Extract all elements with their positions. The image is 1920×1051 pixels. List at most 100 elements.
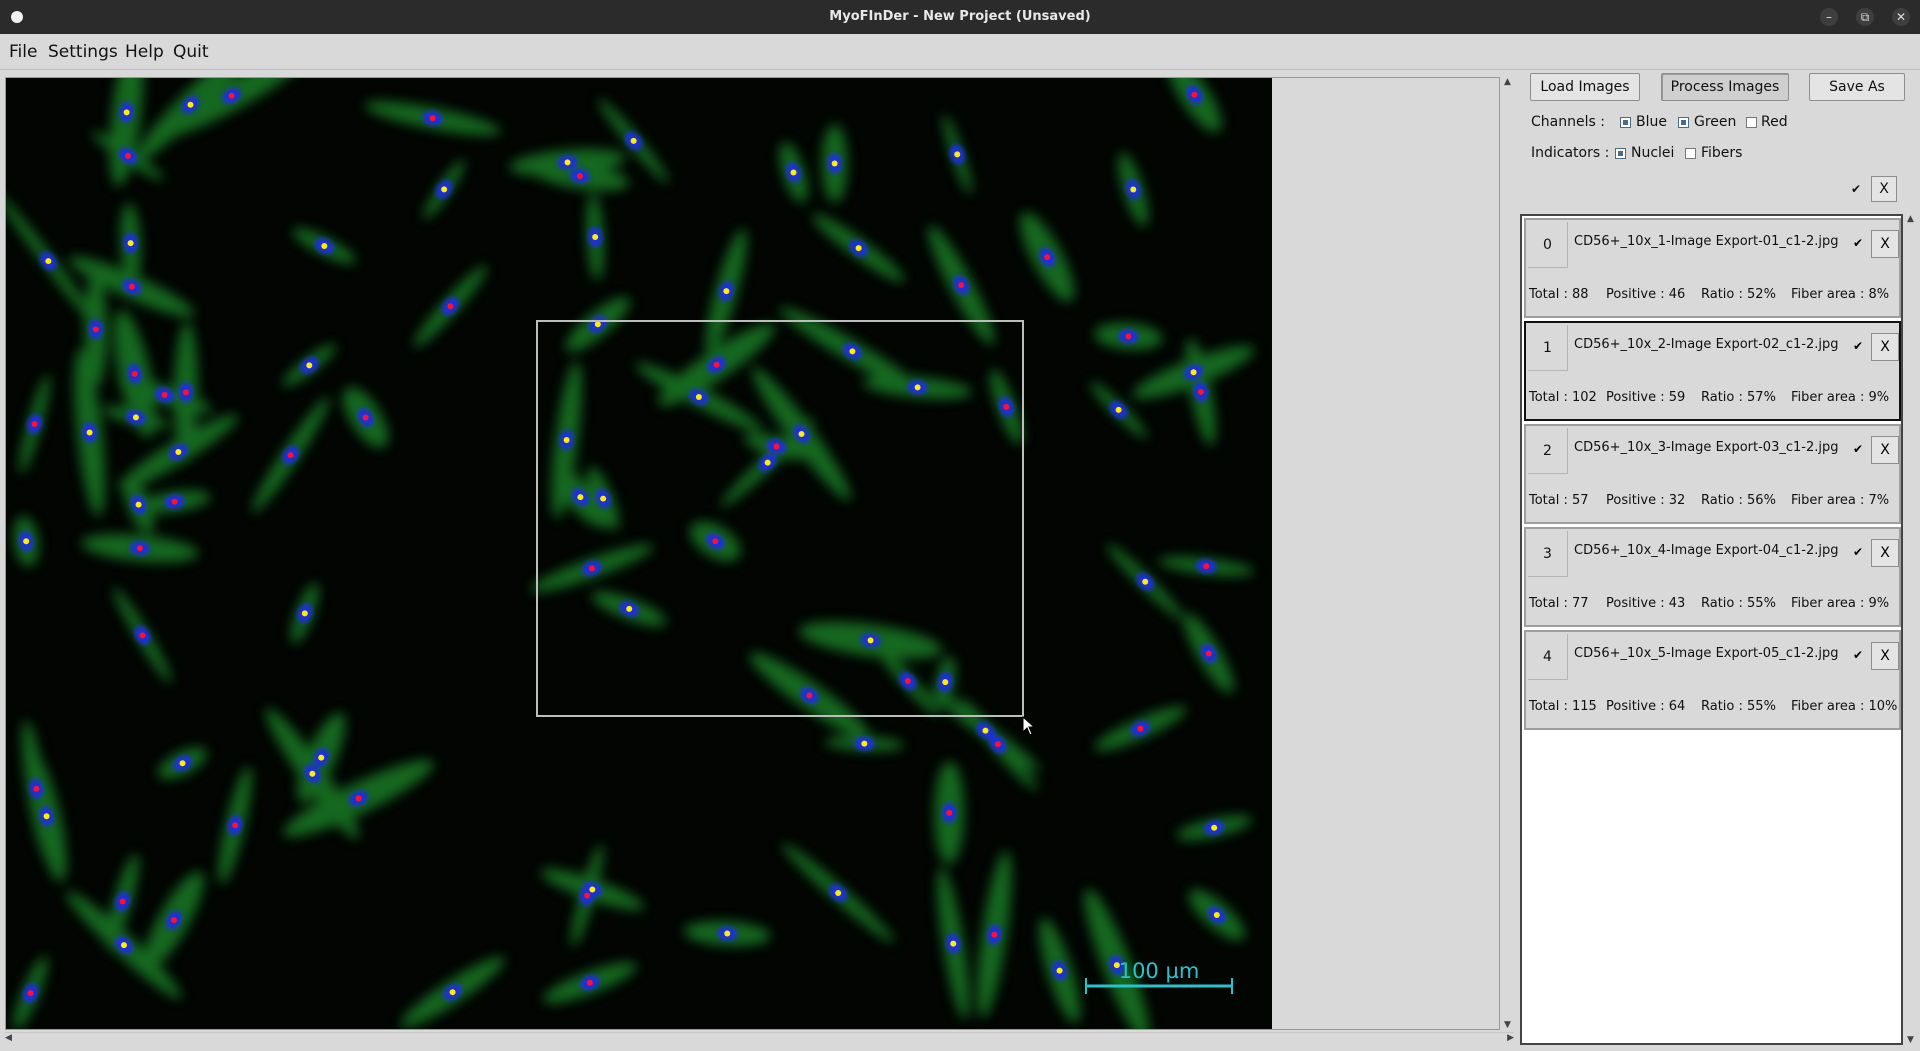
close-icon[interactable]: ✕ bbox=[1892, 8, 1910, 26]
image-index: 3 bbox=[1528, 531, 1568, 577]
nucleus-marker bbox=[1137, 725, 1144, 732]
image-index: 2 bbox=[1528, 428, 1568, 474]
image-list-item[interactable]: 3 CD56+_10x_4-Image Export-04_c1-2.jpg ✔ X T… bbox=[1524, 527, 1901, 627]
green-channel-label: Green bbox=[1694, 114, 1737, 130]
positive-count: Positive : 46 bbox=[1606, 287, 1686, 302]
nucleus-marker bbox=[712, 538, 719, 545]
image-list-item[interactable]: 1 CD56+_10x_2-Image Export-02_c1-2.jpg ✔ X T… bbox=[1524, 321, 1901, 421]
nucleus-marker bbox=[798, 430, 805, 437]
image-list-item[interactable]: 0 CD56+_10x_1-Image Export-01_c1-2.jpg ✔ X T… bbox=[1524, 218, 1901, 318]
image-filename[interactable]: CD56+_10x_4-Image Export-04_c1-2.jpg bbox=[1574, 543, 1838, 558]
remove-image-button[interactable]: X bbox=[1871, 539, 1899, 567]
nucleus-marker bbox=[563, 437, 570, 444]
image-filename[interactable]: CD56+_10x_3-Image Export-03_c1-2.jpg bbox=[1574, 440, 1838, 455]
nucleus-marker bbox=[429, 115, 436, 122]
nucleus-marker bbox=[362, 414, 369, 421]
menu-help[interactable]: Help bbox=[125, 42, 164, 62]
nucleus-marker bbox=[45, 258, 52, 265]
image-filename[interactable]: CD56+_10x_5-Image Export-05_c1-2.jpg bbox=[1574, 646, 1838, 661]
image-select-checkbox[interactable]: ✔ bbox=[1851, 545, 1865, 559]
fibers-indicator-checkbox[interactable] bbox=[1685, 148, 1696, 159]
nucleus-marker bbox=[1125, 333, 1132, 340]
image-select-checkbox[interactable]: ✔ bbox=[1851, 236, 1865, 250]
image-filename[interactable]: CD56+_10x_2-Image Export-02_c1-2.jpg bbox=[1574, 337, 1838, 352]
remove-image-button[interactable]: X bbox=[1871, 436, 1899, 464]
nucleus-marker bbox=[318, 754, 325, 761]
fiber-area-value: Fiber area : 10% bbox=[1791, 699, 1898, 714]
nucleus-marker bbox=[161, 391, 168, 398]
nuclei-indicator-checkbox[interactable] bbox=[1615, 148, 1626, 159]
nucleus-marker bbox=[626, 605, 633, 612]
menu-bar: File Settings Help Quit bbox=[0, 34, 1920, 70]
nucleus-marker bbox=[954, 151, 961, 158]
scroll-up-icon: ▲ bbox=[1907, 214, 1914, 224]
window-title: MyoFInDer - New Project (Unsaved) bbox=[829, 9, 1091, 24]
menu-file[interactable]: File bbox=[9, 42, 37, 62]
nucleus-marker bbox=[577, 494, 584, 501]
restore-icon[interactable]: ⧉ bbox=[1856, 8, 1874, 26]
nucleus-marker bbox=[724, 930, 731, 937]
scroll-down-icon: ▼ bbox=[1907, 1035, 1914, 1045]
ratio-value: Ratio : 57% bbox=[1701, 390, 1776, 405]
remove-image-button[interactable]: X bbox=[1871, 230, 1899, 258]
nucleus-marker bbox=[867, 637, 874, 644]
image-horizontal-scrollbar[interactable]: ◀ ▶ bbox=[5, 1032, 1514, 1044]
nucleus-marker bbox=[306, 362, 313, 369]
image-index: 4 bbox=[1528, 634, 1568, 680]
list-vertical-scrollbar[interactable]: ▲ ▼ bbox=[1905, 214, 1917, 1045]
nucleus-marker bbox=[1197, 388, 1204, 395]
nucleus-marker bbox=[946, 809, 953, 816]
image-select-checkbox[interactable]: ✔ bbox=[1851, 339, 1865, 353]
total-count: Total : 88 bbox=[1529, 287, 1589, 302]
title-bar: MyoFInDer - New Project (Unsaved) – ⧉ ✕ bbox=[0, 0, 1920, 34]
menu-settings[interactable]: Settings bbox=[48, 42, 118, 62]
nucleus-marker bbox=[301, 610, 308, 617]
scroll-left-icon: ◀ bbox=[5, 1033, 12, 1043]
nucleus-marker bbox=[914, 384, 921, 391]
image-select-checkbox[interactable]: ✔ bbox=[1851, 648, 1865, 662]
nucleus-marker bbox=[855, 245, 862, 252]
nuclei-indicator-label: Nuclei bbox=[1631, 145, 1675, 161]
remove-image-button[interactable]: X bbox=[1871, 642, 1899, 670]
ratio-value: Ratio : 56% bbox=[1701, 493, 1776, 508]
nucleus-marker bbox=[120, 942, 127, 949]
positive-count: Positive : 59 bbox=[1606, 390, 1686, 405]
red-channel-label: Red bbox=[1761, 114, 1788, 130]
menu-quit[interactable]: Quit bbox=[173, 42, 209, 62]
fiber-area-value: Fiber area : 9% bbox=[1791, 390, 1890, 405]
nucleus-marker bbox=[228, 92, 235, 99]
image-select-checkbox[interactable]: ✔ bbox=[1851, 442, 1865, 456]
green-channel-checkbox[interactable] bbox=[1678, 117, 1689, 128]
nucleus-marker bbox=[773, 443, 780, 450]
blue-channel-checkbox[interactable] bbox=[1620, 117, 1631, 128]
minimize-icon[interactable]: – bbox=[1820, 8, 1838, 26]
load-images-button[interactable]: Load Images bbox=[1530, 73, 1640, 101]
image-list-item[interactable]: 2 CD56+_10x_3-Image Export-03_c1-2.jpg ✔ X T… bbox=[1524, 424, 1901, 524]
scroll-right-icon: ▶ bbox=[1507, 1033, 1514, 1043]
image-filename[interactable]: CD56+_10x_1-Image Export-01_c1-2.jpg bbox=[1574, 234, 1838, 249]
nucleus-marker bbox=[92, 326, 99, 333]
nucleus-marker bbox=[170, 917, 177, 924]
image-vertical-scrollbar[interactable]: ▲ ▼ bbox=[1502, 77, 1514, 1030]
nucleus-marker bbox=[171, 498, 178, 505]
nucleus-marker bbox=[119, 898, 126, 905]
nucleus-marker bbox=[127, 240, 134, 247]
nucleus-marker bbox=[449, 989, 456, 996]
remove-all-button[interactable]: X bbox=[1871, 176, 1897, 202]
nucleus-marker bbox=[179, 760, 186, 767]
image-list-item[interactable]: 4 CD56+_10x_5-Image Export-05_c1-2.jpg ✔ X T… bbox=[1524, 630, 1901, 730]
remove-image-button[interactable]: X bbox=[1871, 333, 1899, 361]
process-images-button[interactable]: Process Images bbox=[1661, 73, 1789, 101]
select-all-checkbox[interactable]: ✔ bbox=[1849, 182, 1863, 196]
nucleus-marker bbox=[187, 101, 194, 108]
nucleus-marker bbox=[287, 452, 294, 459]
positive-count: Positive : 43 bbox=[1606, 596, 1686, 611]
nucleus-marker bbox=[1211, 824, 1218, 831]
save-as-button[interactable]: Save As bbox=[1809, 73, 1905, 101]
indicators-label: Indicators : bbox=[1531, 145, 1610, 161]
positive-count: Positive : 64 bbox=[1606, 699, 1686, 714]
nucleus-marker bbox=[135, 501, 142, 508]
image-canvas[interactable]: 100 µm bbox=[5, 77, 1500, 1030]
nucleus-marker bbox=[131, 370, 138, 377]
red-channel-checkbox[interactable] bbox=[1746, 117, 1757, 128]
